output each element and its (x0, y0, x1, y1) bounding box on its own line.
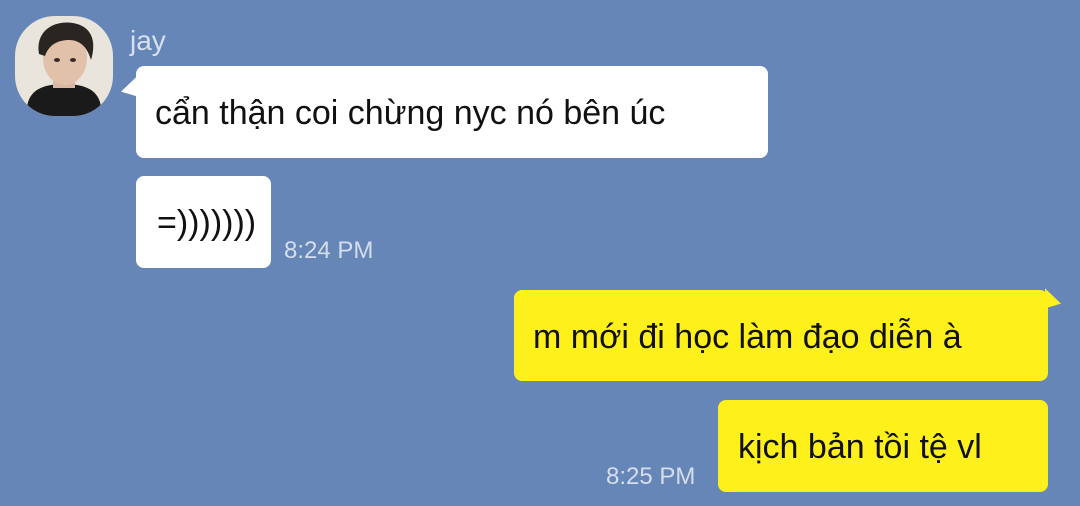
outgoing-message-1-text: m mới đi học làm đạo diễn à (533, 318, 962, 356)
incoming-message-2[interactable]: =))))))) (136, 176, 271, 268)
incoming-message-2-text: =))))))) (157, 204, 257, 242)
avatar[interactable] (15, 16, 113, 116)
outgoing-message-2-text: kịch bản tồi tệ vl (738, 428, 982, 466)
incoming-message-1-text: cẩn thận coi chừng nyc nó bên úc (155, 94, 666, 132)
outgoing-message-1[interactable]: m mới đi học làm đạo diễn à (514, 290, 1048, 381)
incoming-message-2-time: 8:24 PM (284, 237, 374, 264)
outgoing-message-2-time: 8:25 PM (606, 463, 696, 490)
incoming-bubble-tail (121, 76, 137, 102)
incoming-message-1[interactable]: cẩn thận coi chừng nyc nó bên úc (136, 66, 768, 158)
avatar-photo (15, 16, 113, 116)
sender-name: jay (130, 25, 166, 56)
outgoing-message-2[interactable]: kịch bản tồi tệ vl (718, 400, 1048, 492)
